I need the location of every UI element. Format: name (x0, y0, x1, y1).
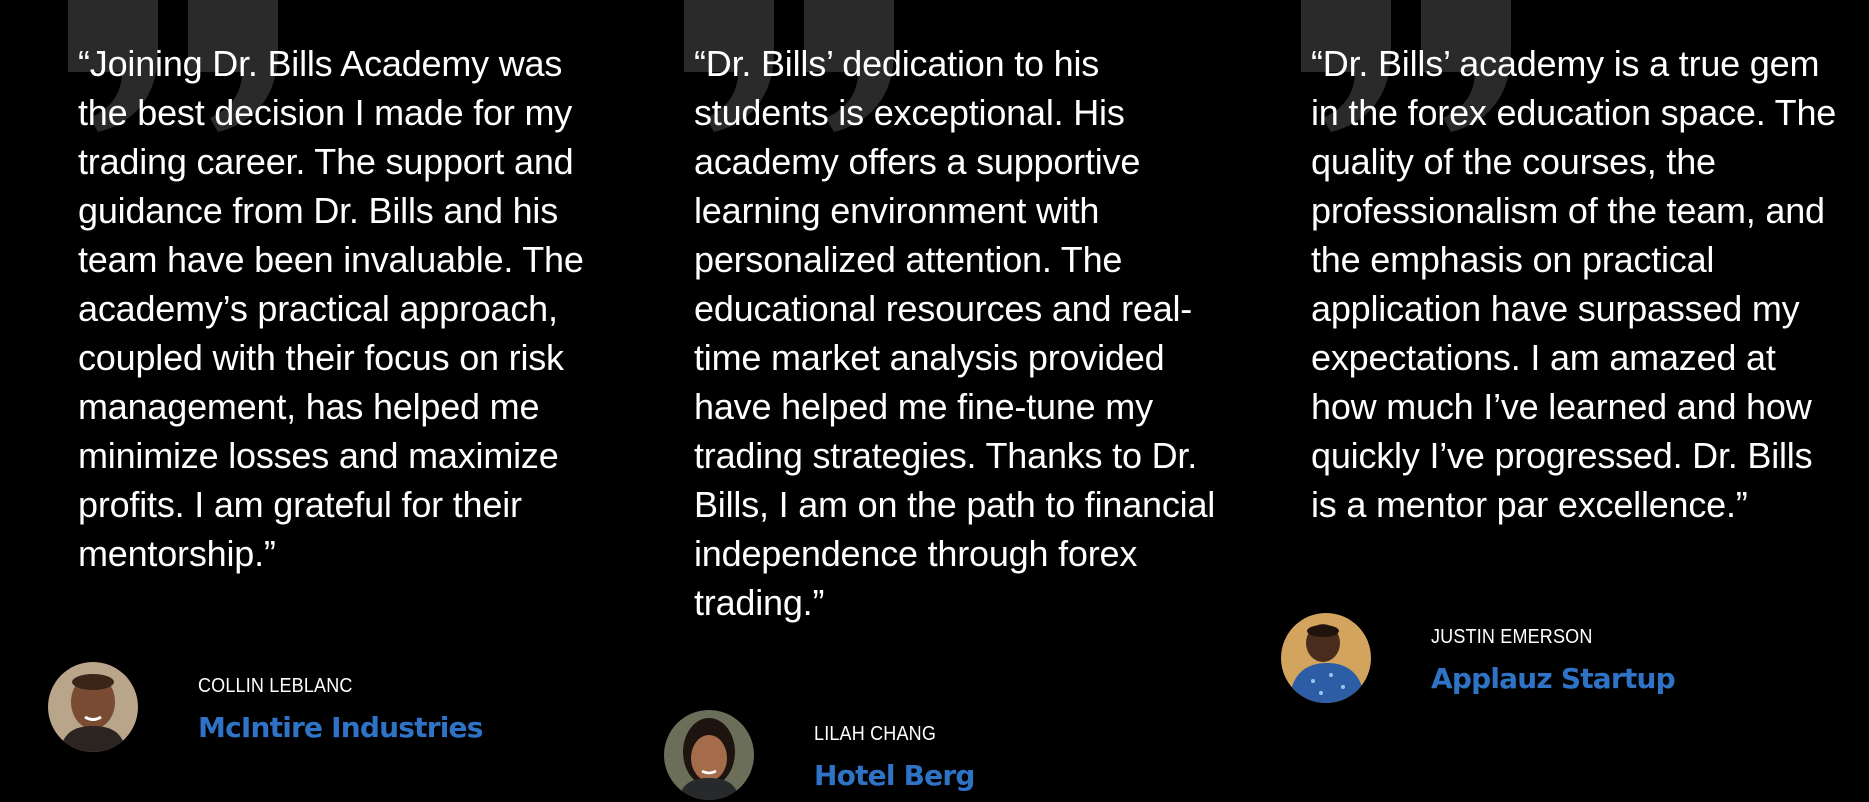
testimonial-quote: “Dr. Bills’ academy is a true gem in the… (1311, 43, 1837, 525)
testimonial-card: “Dr. Bills’ academy is a true gem in the… (1281, 0, 1841, 799)
company-link[interactable]: Applauz Startup (1431, 663, 1676, 695)
person-photo-icon (664, 710, 754, 800)
company-link[interactable]: McIntire Industries (198, 712, 483, 744)
person-photo-icon (1281, 613, 1371, 703)
avatar (664, 710, 754, 800)
person-photo-icon (48, 662, 138, 752)
testimonial-card: “Dr. Bills’ dedication to his students i… (664, 0, 1224, 802)
avatar (1281, 613, 1371, 703)
company-link[interactable]: Hotel Berg (814, 760, 975, 792)
author-name: JUSTIN EMERSON (1431, 626, 1593, 648)
testimonial-card: “Joining Dr. Bills Academy was the best … (48, 0, 608, 799)
author-name: LILAH CHANG (814, 723, 937, 745)
testimonial-quote: “Joining Dr. Bills Academy was the best … (78, 43, 584, 574)
testimonial-author: JUSTIN EMERSON Applauz Startup (1281, 613, 1841, 705)
testimonial-author: COLLIN LEBLANC McIntire Industries (48, 662, 608, 754)
author-name: COLLIN LEBLANC (198, 675, 353, 697)
testimonial-author: LILAH CHANG Hotel Berg (664, 710, 1224, 802)
testimonial-quote: “Dr. Bills’ dedication to his students i… (694, 43, 1216, 623)
avatar (48, 662, 138, 752)
